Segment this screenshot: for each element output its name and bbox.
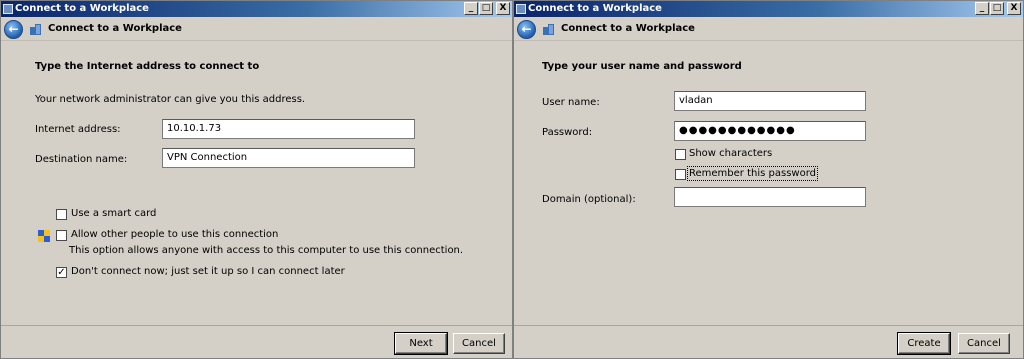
title-bar[interactable]: Connect to a Workplace _ □ X <box>1 1 512 17</box>
username-label: User name: <box>542 97 600 108</box>
minimize-button[interactable]: _ <box>975 2 989 15</box>
network-icon <box>516 4 526 14</box>
destination-name-input[interactable]: VPN Connection <box>162 148 415 168</box>
wizard-title: Connect to a Workplace <box>48 23 182 34</box>
smart-card-label[interactable]: Use a smart card <box>71 208 156 219</box>
wizard-content: Type your user name and password User na… <box>514 42 1023 326</box>
password-label: Password: <box>542 127 593 138</box>
wizard-nav-bar: ← Connect to a Workplace <box>1 17 512 41</box>
wizard-title: Connect to a Workplace <box>561 23 695 34</box>
page-heading: Type your user name and password <box>542 61 742 72</box>
password-input[interactable]: ●●●●●●●●●●●● <box>674 121 866 141</box>
workplace-icon <box>30 24 42 35</box>
cancel-button[interactable]: Cancel <box>453 333 505 354</box>
connect-workplace-window-credentials: Connect to a Workplace _ □ X ← Connect t… <box>513 0 1024 359</box>
connect-workplace-window-address: Connect to a Workplace _ □ X ← Connect t… <box>0 0 513 359</box>
minimize-button[interactable]: _ <box>464 2 478 15</box>
intro-text: Your network administrator can give you … <box>35 94 306 105</box>
dont-connect-label[interactable]: Don't connect now; just set it up so I c… <box>71 266 345 277</box>
wizard-footer: Next Cancel <box>1 327 512 358</box>
username-input[interactable]: vladan <box>674 91 866 111</box>
back-arrow-icon[interactable]: ← <box>4 20 23 39</box>
domain-label: Domain (optional): <box>542 194 636 205</box>
destination-name-label: Destination name: <box>35 154 128 165</box>
show-characters-label[interactable]: Show characters <box>689 148 772 159</box>
wizard-content: Type the Internet address to connect to … <box>1 42 512 326</box>
window-title: Connect to a Workplace <box>15 3 149 14</box>
title-bar[interactable]: Connect to a Workplace _ □ X <box>514 1 1023 17</box>
cancel-button[interactable]: Cancel <box>958 333 1010 354</box>
close-button[interactable]: X <box>496 2 510 15</box>
allow-others-note: This option allows anyone with access to… <box>69 245 464 256</box>
network-icon <box>3 4 13 14</box>
maximize-button[interactable]: □ <box>990 2 1004 15</box>
maximize-button[interactable]: □ <box>479 2 493 15</box>
allow-others-checkbox[interactable] <box>56 230 67 241</box>
uac-shield-icon <box>38 230 50 243</box>
close-button[interactable]: X <box>1007 2 1021 15</box>
window-title: Connect to a Workplace <box>528 3 662 14</box>
create-button[interactable]: Create <box>897 332 951 355</box>
smart-card-checkbox[interactable] <box>56 209 67 220</box>
allow-others-label[interactable]: Allow other people to use this connectio… <box>71 229 278 240</box>
remember-password-label[interactable]: Remember this password <box>687 166 818 181</box>
wizard-nav-bar: ← Connect to a Workplace <box>514 17 1023 41</box>
next-button[interactable]: Next <box>394 332 448 355</box>
internet-address-label: Internet address: <box>35 124 121 135</box>
wizard-footer: Create Cancel <box>514 327 1023 358</box>
remember-password-checkbox[interactable] <box>675 169 686 180</box>
dont-connect-checkbox[interactable]: ✓ <box>56 267 67 278</box>
page-heading: Type the Internet address to connect to <box>35 61 260 72</box>
back-arrow-icon[interactable]: ← <box>517 20 536 39</box>
internet-address-input[interactable]: 10.10.1.73 <box>162 119 415 139</box>
show-characters-checkbox[interactable] <box>675 149 686 160</box>
workplace-icon <box>543 24 555 35</box>
domain-input[interactable] <box>674 187 866 207</box>
